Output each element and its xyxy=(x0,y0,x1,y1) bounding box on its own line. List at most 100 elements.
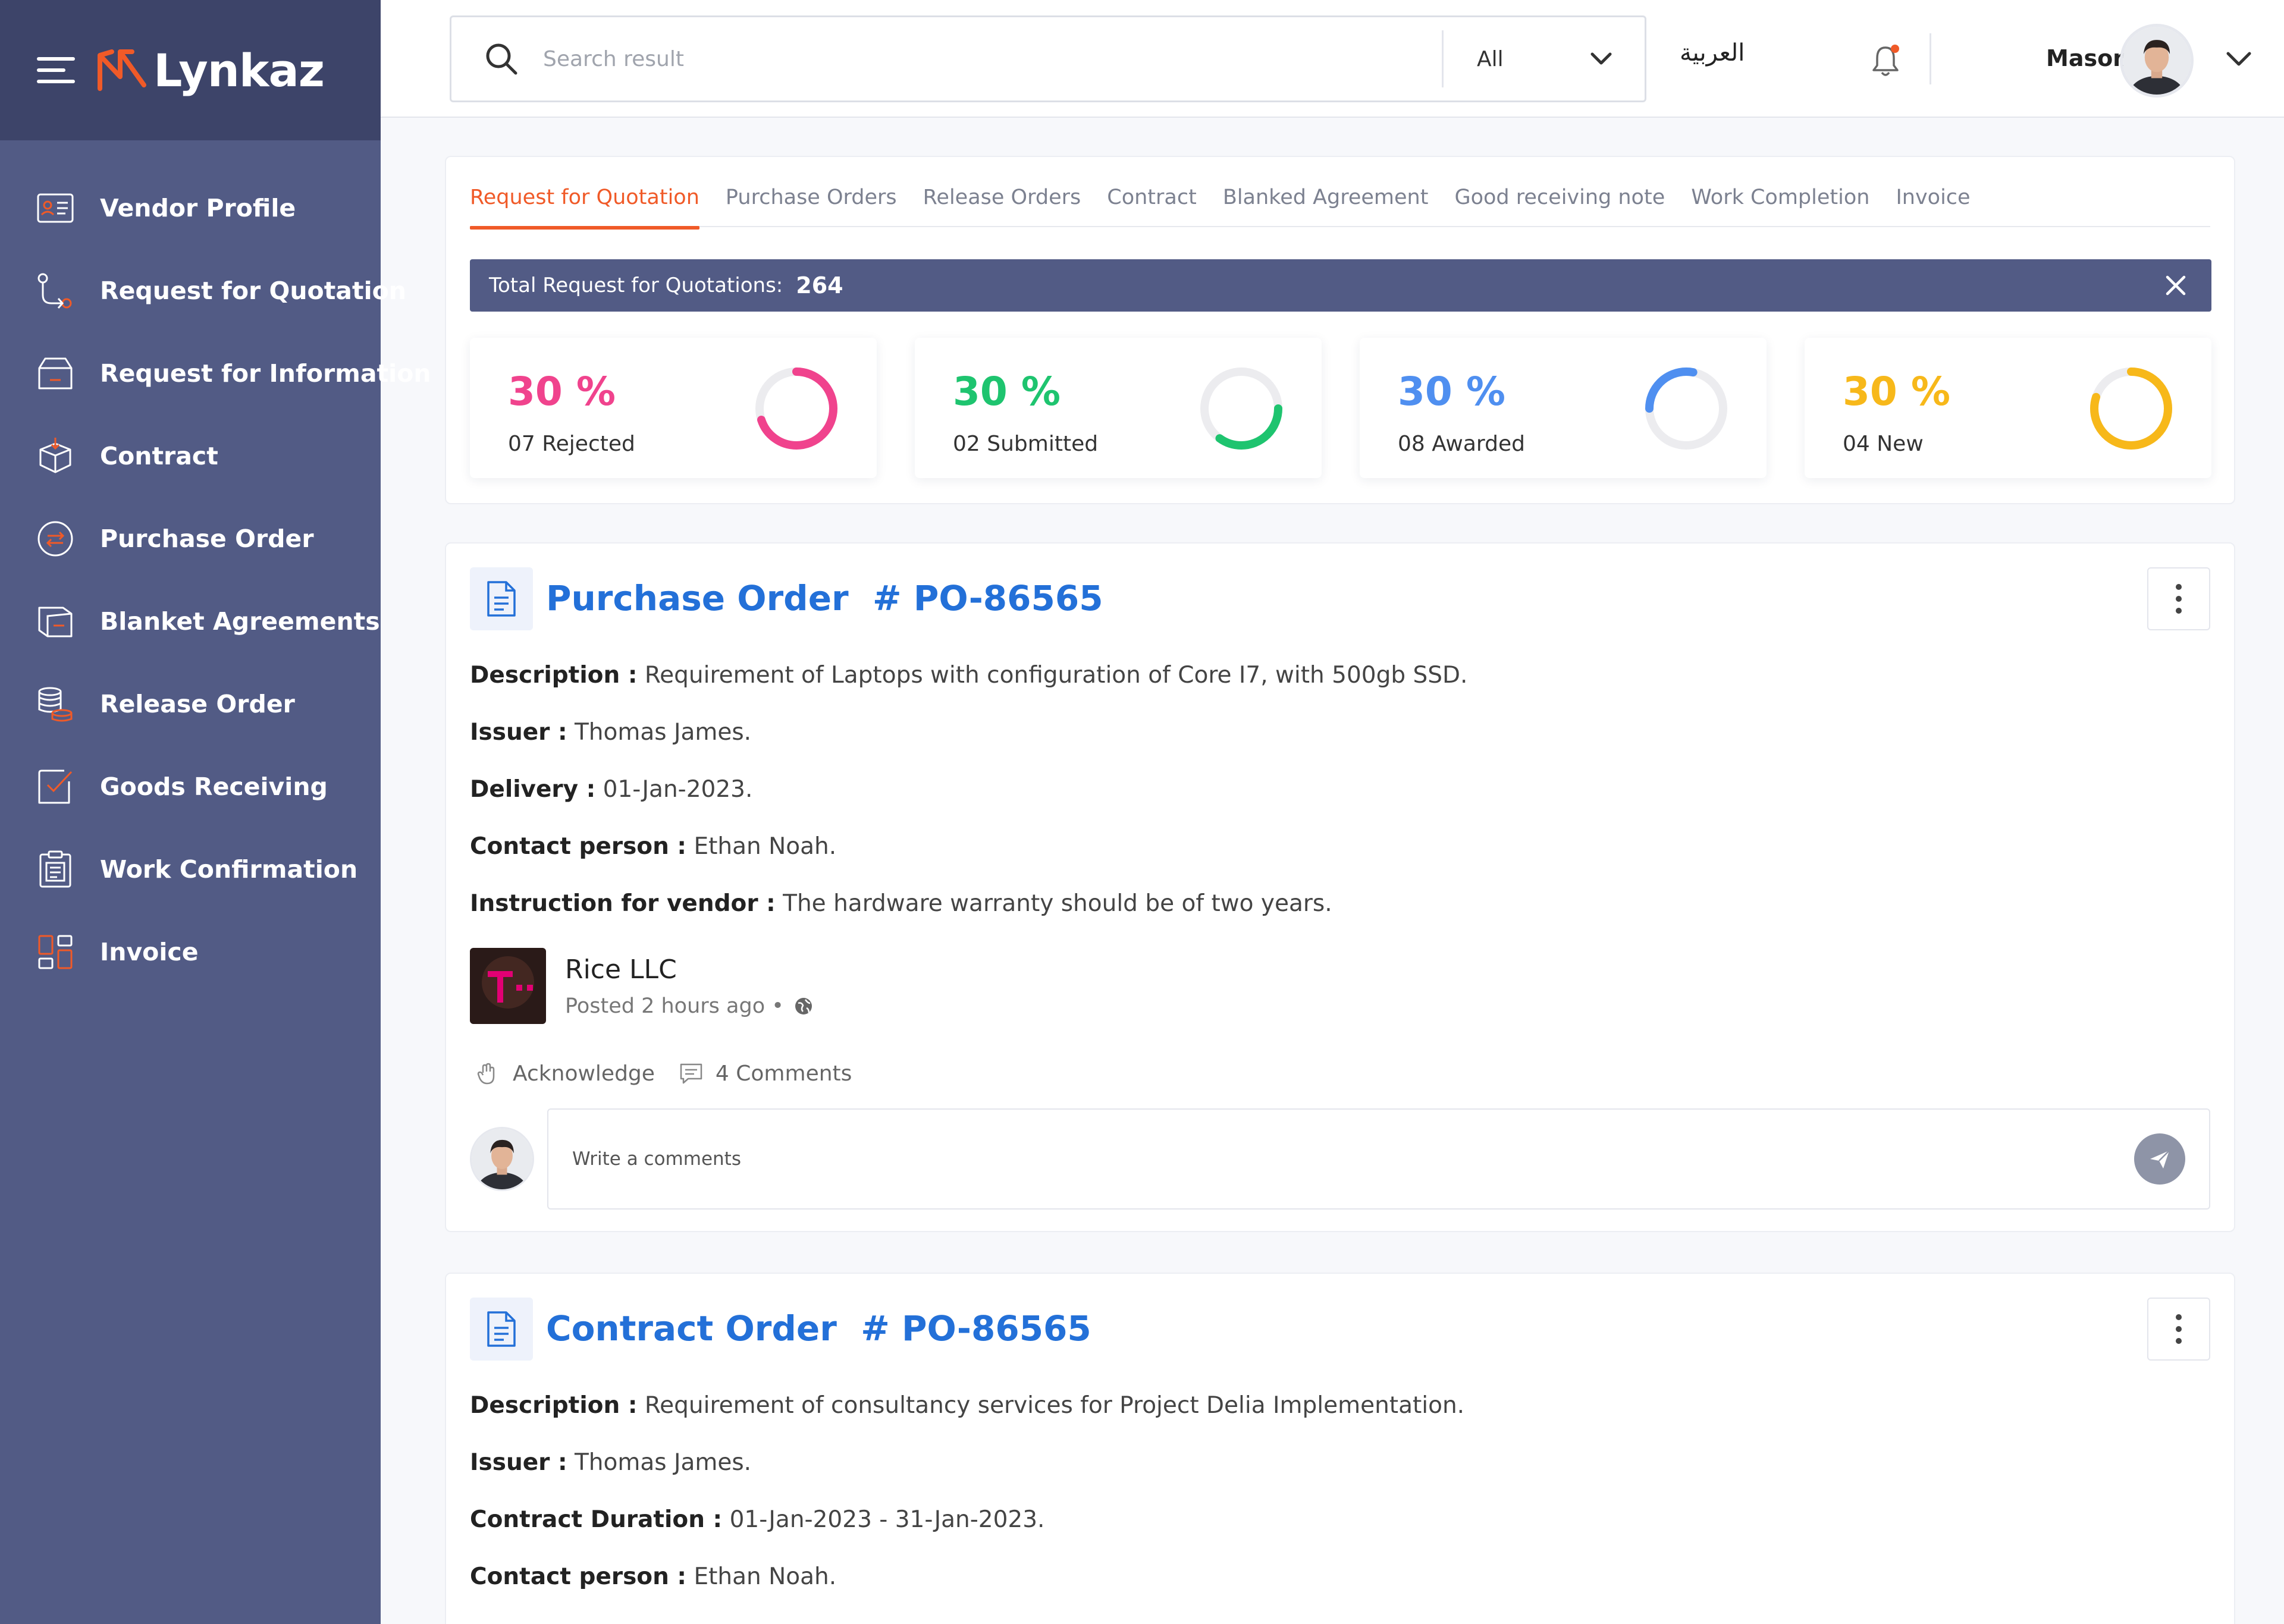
sidebar-item-label: Release Order xyxy=(100,689,295,718)
field-contact-person: Contact person : Ethan Noah. xyxy=(470,1563,837,1590)
sidebar-item-contract[interactable]: Contract xyxy=(0,414,381,497)
search-bar: All xyxy=(450,15,1646,102)
field-contact-person: Contact person : Ethan Noah. xyxy=(470,833,837,860)
post-card: Purchase Order # PO-86565 Description : … xyxy=(445,542,2235,1232)
sidebar-item-label: Request for Information xyxy=(100,359,431,388)
post-fields: Description : Requirement of consultancy… xyxy=(470,1377,1464,1606)
request-information-icon xyxy=(38,357,73,389)
more-options-icon[interactable] xyxy=(2147,567,2210,630)
user-name[interactable]: Mason xyxy=(2046,45,2129,71)
request-quotation-icon xyxy=(37,273,72,309)
tab-good-receiving-note[interactable]: Good receiving note xyxy=(1454,186,1665,227)
tab-work-completion[interactable]: Work Completion xyxy=(1691,186,1869,227)
rfq-summary-panel: Request for Quotation Purchase Orders Re… xyxy=(445,156,2235,504)
donut-chart xyxy=(1200,367,1282,450)
tab-purchase-orders[interactable]: Purchase Orders xyxy=(726,186,897,227)
sidebar-item-request-for-information[interactable]: Request for Information xyxy=(0,332,431,414)
stat-percent: 30 % xyxy=(508,369,616,414)
search-filter-select[interactable]: All xyxy=(1444,17,1645,100)
tab-request-for-quotation[interactable]: Request for Quotation xyxy=(470,186,699,230)
close-icon[interactable] xyxy=(2164,274,2188,297)
post-type: Purchase Order xyxy=(546,578,849,618)
sidebar-item-goods-receiving[interactable]: Goods Receiving xyxy=(0,745,381,828)
post-type: Contract Order xyxy=(546,1308,837,1349)
sidebar-item-label: Blanket Agreements xyxy=(100,607,380,636)
stat-label: 08 Awarded xyxy=(1398,432,1525,456)
vendor-profile-icon xyxy=(37,193,74,222)
tab-contract[interactable]: Contract xyxy=(1107,186,1197,227)
sidebar-item-blanket-agreements[interactable]: Blanket Agreements xyxy=(0,580,381,662)
tab-blanked-agreement[interactable]: Blanked Agreement xyxy=(1223,186,1429,227)
total-rfq-bar: Total Request for Quotations: 264 xyxy=(470,259,2211,312)
send-button[interactable] xyxy=(2134,1133,2185,1185)
comments-button[interactable]: 4 Comments xyxy=(679,1061,852,1086)
tab-invoice[interactable]: Invoice xyxy=(1896,186,1970,227)
acknowledge-button[interactable]: Acknowledge xyxy=(476,1061,655,1086)
stat-label: 04 New xyxy=(1843,432,1924,456)
stat-label: 07 Rejected xyxy=(508,432,635,456)
field-delivery: Delivery : 01-Jan-2023. xyxy=(470,776,753,803)
avatar xyxy=(470,1127,534,1191)
acknowledge-label: Acknowledge xyxy=(513,1061,655,1086)
sidebar-item-label: Vendor Profile xyxy=(100,193,296,222)
donut-chart xyxy=(1645,367,1727,450)
sidebar-item-label: Goods Receiving xyxy=(100,772,328,801)
chevron-down-icon xyxy=(1590,52,1612,65)
goods-receiving-icon xyxy=(38,769,73,803)
field-issuer: Issuer : Thomas James. xyxy=(470,1449,752,1476)
document-icon xyxy=(487,581,516,617)
search-icon[interactable] xyxy=(484,41,519,77)
posted-time: Posted 2 hours ago • xyxy=(565,994,784,1018)
company-logo[interactable] xyxy=(470,948,546,1024)
globe-icon xyxy=(795,997,812,1014)
company-name[interactable]: Rice LLC xyxy=(565,954,814,985)
comment-composer xyxy=(470,1108,2210,1210)
user-menu-chevron-icon[interactable] xyxy=(2226,51,2252,68)
language-switch[interactable]: العربية xyxy=(1680,39,1745,67)
stat-card-submitted[interactable]: 30 % 02 Submitted xyxy=(915,338,1322,478)
sidebar-item-request-for-quotation[interactable]: Request for Quotation xyxy=(0,249,406,332)
stat-card-rejected[interactable]: 30 % 07 Rejected xyxy=(470,338,877,478)
document-icon-badge xyxy=(470,567,533,630)
tab-bar: Request for Quotation Purchase Orders Re… xyxy=(470,186,2210,230)
logo[interactable]: Lynkaz xyxy=(96,44,325,97)
work-confirmation-icon xyxy=(39,850,71,887)
blanket-agreements-icon xyxy=(38,607,73,637)
stat-label: 02 Submitted xyxy=(953,432,1099,456)
send-icon xyxy=(2150,1150,2170,1168)
sidebar-item-label: Contract xyxy=(100,441,218,470)
post-title[interactable]: Purchase Order # PO-86565 xyxy=(546,578,1103,618)
brand-bar: Lynkaz xyxy=(0,0,381,140)
comment-input[interactable] xyxy=(572,1148,2134,1170)
comments-count: 4 Comments xyxy=(715,1061,852,1086)
user-avatar[interactable] xyxy=(2120,24,2194,98)
post-actions: Acknowledge 4 Comments xyxy=(476,1061,876,1086)
menu-icon[interactable] xyxy=(37,57,75,83)
stat-percent: 30 % xyxy=(1843,369,1950,414)
sidebar-item-invoice[interactable]: Invoice xyxy=(0,910,381,993)
field-instruction: Instruction for vendor : The hardware wa… xyxy=(470,890,1332,917)
sidebar-item-vendor-profile[interactable]: Vendor Profile xyxy=(0,167,381,249)
notification-bell-icon[interactable] xyxy=(1868,42,1903,78)
tab-release-orders[interactable]: Release Orders xyxy=(923,186,1081,227)
post-meta: Posted 2 hours ago • xyxy=(565,994,814,1018)
stat-card-awarded[interactable]: 30 % 08 Awarded xyxy=(1360,338,1767,478)
donut-chart xyxy=(755,367,837,450)
header-divider xyxy=(1930,33,1931,84)
purchase-order-icon xyxy=(37,521,73,556)
sidebar-item-label: Purchase Order xyxy=(100,524,314,553)
release-order-icon xyxy=(38,687,73,721)
stat-cards: 30 % 07 Rejected 30 % 02 Submitted 30 % … xyxy=(470,338,2211,478)
post-card: Contract Order # PO-86565 Description : … xyxy=(445,1273,2235,1624)
sidebar-item-work-confirmation[interactable]: Work Confirmation xyxy=(0,828,381,910)
sidebar: Lynkaz Vendor Profile Request for Quotat… xyxy=(0,0,431,1624)
more-options-icon[interactable] xyxy=(2147,1298,2210,1361)
stat-card-new[interactable]: 30 % 04 New xyxy=(1805,338,2211,478)
sidebar-item-purchase-order[interactable]: Purchase Order xyxy=(0,497,381,580)
post-title[interactable]: Contract Order # PO-86565 xyxy=(546,1308,1091,1349)
field-description: Description : Requirement of consultancy… xyxy=(470,1392,1465,1419)
sidebar-item-release-order[interactable]: Release Order xyxy=(0,662,381,745)
field-contract-duration: Contract Duration : 01-Jan-2023 - 31-Jan… xyxy=(470,1506,1045,1533)
search-input[interactable] xyxy=(543,46,1442,71)
total-rfq-count: 264 xyxy=(796,272,843,299)
